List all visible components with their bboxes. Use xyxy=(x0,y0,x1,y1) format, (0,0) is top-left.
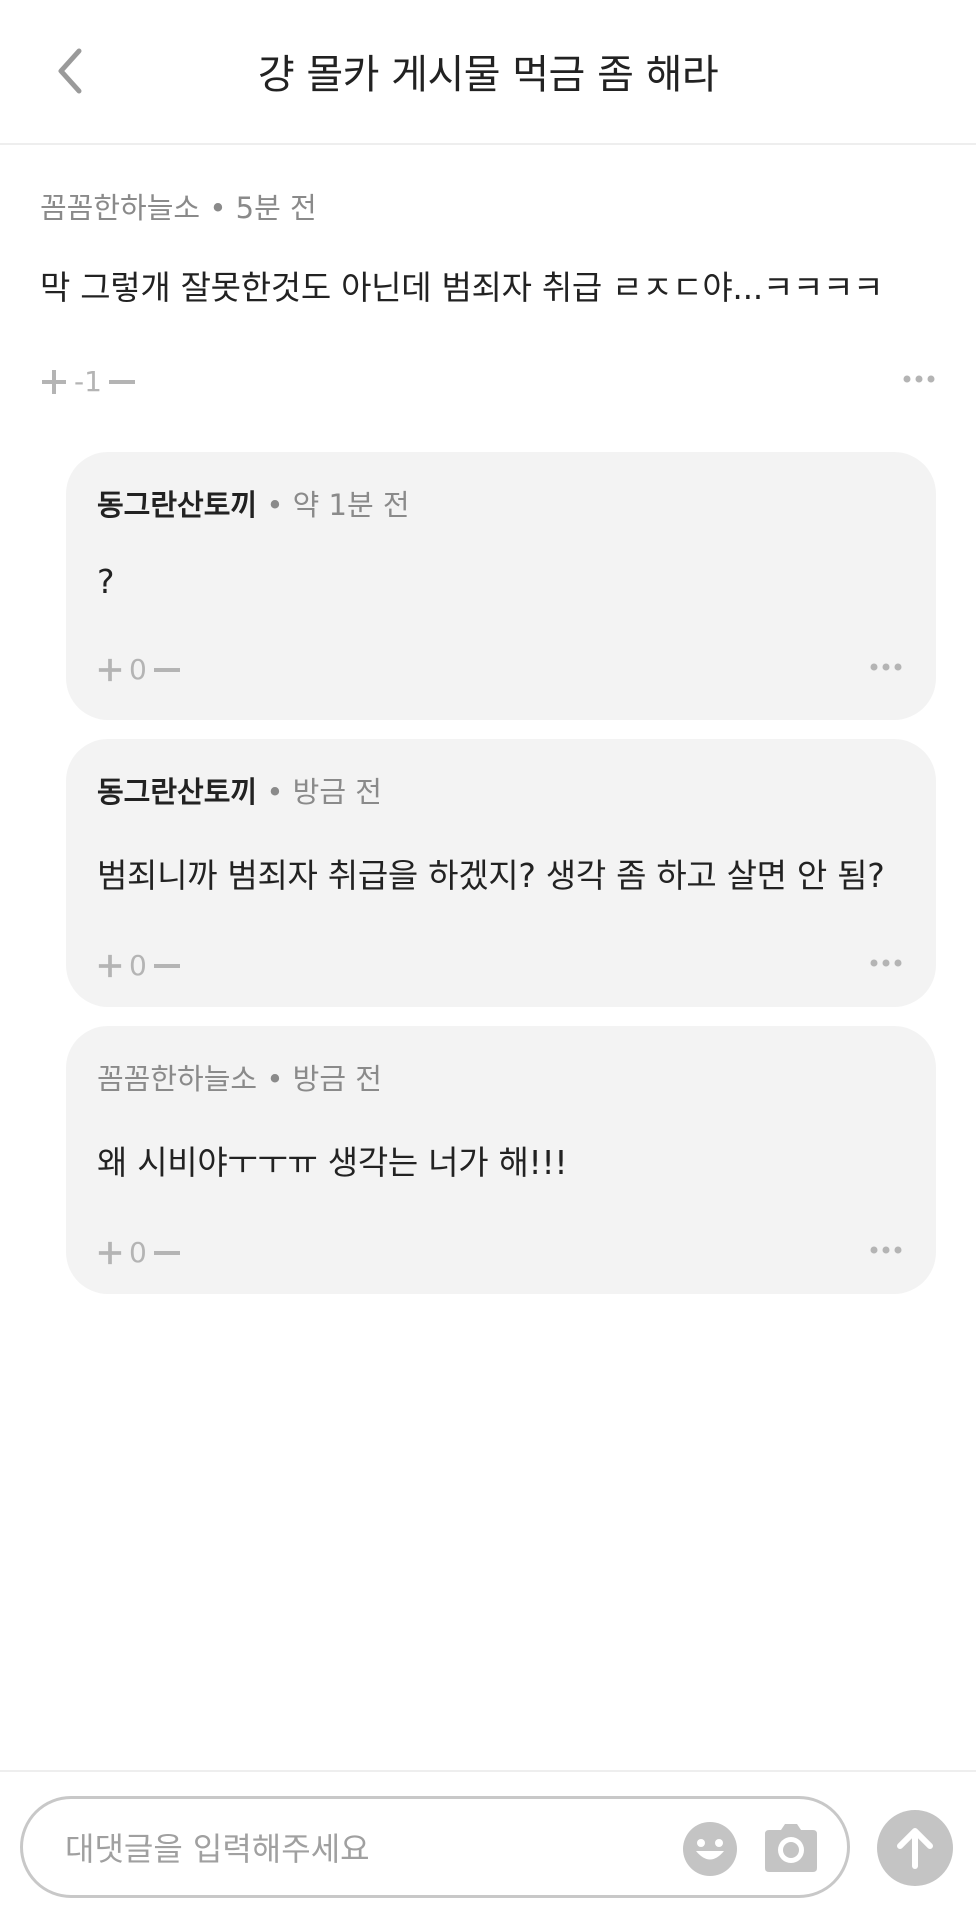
vote-control: 0 xyxy=(97,949,181,982)
more-options-button[interactable] xyxy=(902,369,936,388)
more-dots-icon xyxy=(870,1246,902,1254)
downvote-button[interactable] xyxy=(153,952,181,980)
comment-meta: 동그란산토끼 • 방금 전 xyxy=(97,769,903,811)
comment-meta: 꼼꼼한하늘소 • 방금 전 xyxy=(97,1056,903,1098)
camera-icon xyxy=(765,1824,817,1872)
smiley-icon xyxy=(683,1822,737,1876)
camera-button[interactable] xyxy=(763,1820,819,1880)
upvote-button[interactable] xyxy=(97,1240,123,1266)
emoji-button[interactable] xyxy=(681,1820,739,1882)
vote-control: 0 xyxy=(97,653,181,686)
meta-separator: • xyxy=(266,1062,284,1096)
upvote-button[interactable] xyxy=(40,368,68,396)
comment-actions: -1 xyxy=(40,365,936,405)
page-title: 걍 몰카 게시물 먹금 좀 해라 xyxy=(257,52,719,98)
upvote-button[interactable] xyxy=(97,953,123,979)
reply-card: 동그란산토끼 • 방금 전 범죄니까 범죄자 취급을 하겠지? 생각 좀 하고 … xyxy=(66,739,936,1007)
reply-card: 꼼꼼한하늘소 • 방금 전 왜 시비야ㅜㅜㅠ 생각는 너가 해!!! 0 xyxy=(66,1026,936,1294)
upvote-button[interactable] xyxy=(97,657,123,683)
more-options-button[interactable] xyxy=(869,953,903,972)
vote-score: 0 xyxy=(129,653,147,686)
meta-separator: • xyxy=(266,775,284,809)
comment-time: 약 1분 전 xyxy=(292,488,410,522)
arrow-up-icon xyxy=(897,1828,933,1869)
minus-icon xyxy=(153,963,180,968)
downvote-button[interactable] xyxy=(108,368,136,396)
comment-author[interactable]: 꼼꼼한하늘소 xyxy=(97,1062,257,1096)
top-bar: 걍 몰카 게시물 먹금 좀 해라 xyxy=(0,0,976,145)
comment-author[interactable]: 꼼꼼한하늘소 xyxy=(40,191,200,225)
comment-text: 범죄니까 범죄자 취급을 하겠지? 생각 좀 하고 살면 안 됨? xyxy=(97,856,885,895)
vote-control: 0 xyxy=(97,1236,181,1269)
parent-comment: 꼼꼼한하늘소 • 5분 전 막 그렇개 잘못한것도 아닌데 범죄자 취급 ㄹㅈㄷ… xyxy=(40,185,936,405)
more-dots-icon xyxy=(903,375,935,383)
comment-actions: 0 xyxy=(97,1236,903,1276)
more-options-button[interactable] xyxy=(869,1240,903,1259)
meta-separator: • xyxy=(266,488,284,522)
plus-icon xyxy=(98,1241,122,1264)
chevron-left-icon xyxy=(58,48,82,94)
comment-meta: 꼼꼼한하늘소 • 5분 전 xyxy=(40,185,936,227)
vote-control: -1 xyxy=(40,365,136,398)
more-options-button[interactable] xyxy=(869,657,903,676)
comment-actions: 0 xyxy=(97,949,903,989)
minus-icon xyxy=(108,379,135,384)
comment-time: 방금 전 xyxy=(292,1062,382,1096)
comment-text: 막 그렇개 잘못한것도 아닌데 범죄자 취급 ㄹㅈㄷ야...ㅋㅋㅋㅋ xyxy=(40,268,884,307)
vote-score: -1 xyxy=(74,365,102,398)
plus-icon xyxy=(98,954,122,977)
plus-icon xyxy=(98,658,122,681)
comment-text: 왜 시비야ㅜㅜㅠ 생각는 너가 해!!! xyxy=(97,1143,568,1182)
comment-actions: 0 xyxy=(97,653,903,693)
more-dots-icon xyxy=(870,959,902,967)
comment-time: 방금 전 xyxy=(292,775,382,809)
meta-separator: • xyxy=(209,191,227,225)
downvote-button[interactable] xyxy=(153,1239,181,1267)
reply-card: 동그란산토끼 • 약 1분 전 ? 0 xyxy=(66,452,936,720)
vote-score: 0 xyxy=(129,1236,147,1269)
reply-input-container xyxy=(20,1796,850,1898)
comment-meta: 동그란산토끼 • 약 1분 전 xyxy=(97,482,903,524)
comment-author[interactable]: 동그란산토끼 xyxy=(97,488,257,522)
comment-text: ? xyxy=(97,562,115,601)
comment-author[interactable]: 동그란산토끼 xyxy=(97,775,257,809)
send-button[interactable] xyxy=(877,1810,953,1886)
reply-input-bar xyxy=(0,1770,976,1922)
comment-time: 5분 전 xyxy=(235,191,317,225)
reply-input[interactable] xyxy=(63,1819,667,1879)
vote-score: 0 xyxy=(129,949,147,982)
downvote-button[interactable] xyxy=(153,656,181,684)
minus-icon xyxy=(153,1250,180,1255)
back-button[interactable] xyxy=(40,36,100,106)
plus-icon xyxy=(42,369,66,394)
more-dots-icon xyxy=(870,663,902,671)
minus-icon xyxy=(153,667,180,672)
